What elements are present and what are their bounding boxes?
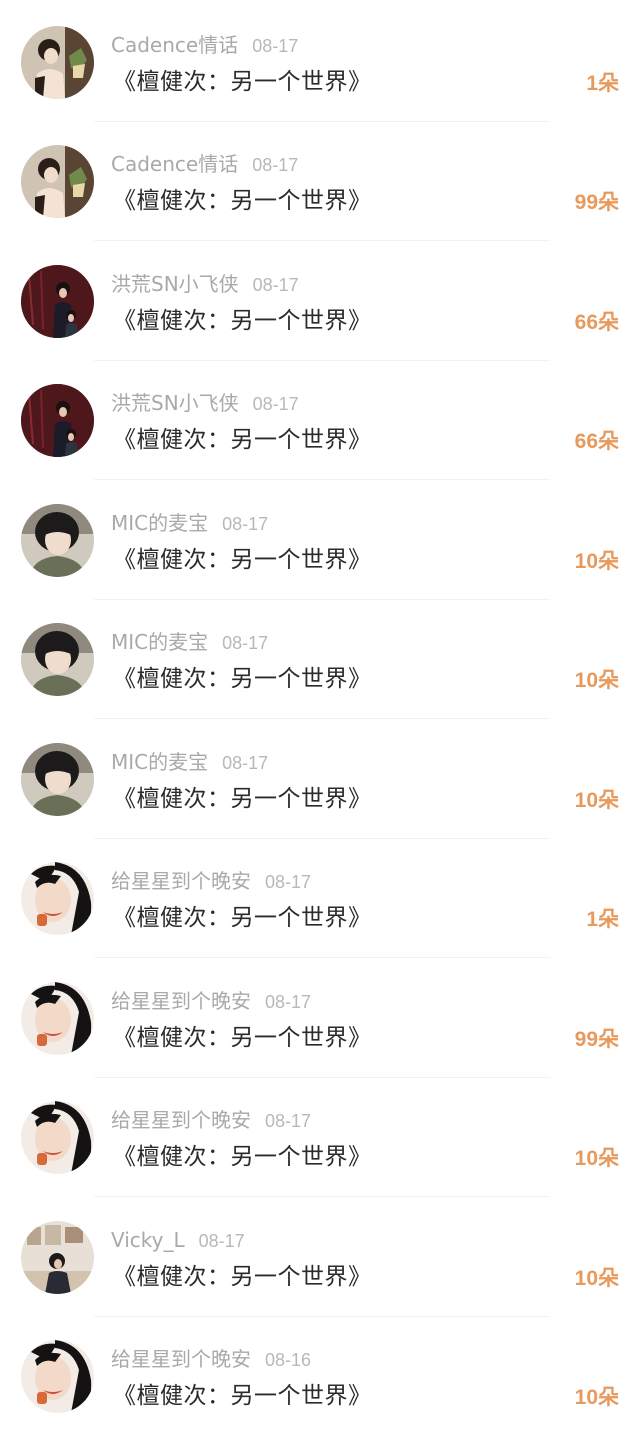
flower-count: 10朵 xyxy=(574,1386,619,1409)
meta-line: 洪荒SN小飞侠 08-17 xyxy=(111,270,299,298)
avatar-star[interactable] xyxy=(21,1101,94,1174)
list-item[interactable]: 洪荒SN小飞侠 08-17 《檀健次：另一个世界》 66朵 xyxy=(0,241,640,361)
avatar-cadence[interactable] xyxy=(21,145,94,218)
user-name[interactable]: 给星星到个晚安 xyxy=(111,1108,251,1132)
date: 08-16 xyxy=(265,1350,312,1370)
date: 08-17 xyxy=(198,1231,245,1251)
gift-title: 《檀健次：另一个世界》 xyxy=(113,905,372,931)
avatar-star[interactable] xyxy=(21,982,94,1055)
gift-title: 《檀健次：另一个世界》 xyxy=(113,547,372,573)
gift-list: Cadence情话 08-17 《檀健次：另一个世界》 1朵 Cadence情话 0… xyxy=(0,0,640,1448)
list-item[interactable]: 给星星到个晚安 08-17 《檀健次：另一个世界》 99朵 xyxy=(0,958,640,1078)
meta-line: 给星星到个晚安 08-17 xyxy=(111,867,311,895)
avatar-star[interactable] xyxy=(21,862,94,935)
user-name[interactable]: MIC的麦宝 xyxy=(111,511,208,535)
list-item[interactable]: Vicky_L 08-17 《檀健次：另一个世界》 10朵 xyxy=(0,1197,640,1317)
user-name[interactable]: Cadence情话 xyxy=(111,33,238,57)
date: 08-17 xyxy=(252,36,299,56)
gift-title: 《檀健次：另一个世界》 xyxy=(113,308,372,334)
gift-title: 《檀健次：另一个世界》 xyxy=(113,1025,372,1051)
date: 08-17 xyxy=(252,394,299,414)
flower-count: 10朵 xyxy=(574,669,619,692)
gift-title: 《檀健次：另一个世界》 xyxy=(113,69,372,95)
gift-title: 《檀健次：另一个世界》 xyxy=(113,786,372,812)
user-name[interactable]: 给星星到个晚安 xyxy=(111,869,251,893)
meta-line: 给星星到个晚安 08-16 xyxy=(111,1345,311,1373)
avatar-hongmeng[interactable] xyxy=(21,265,94,338)
meta-line: 洪荒SN小飞侠 08-17 xyxy=(111,389,299,417)
date: 08-17 xyxy=(222,514,269,534)
avatar-cadence[interactable] xyxy=(21,26,94,99)
list-item[interactable]: 给星星到个晚安 08-17 《檀健次：另一个世界》 1朵 xyxy=(0,838,640,958)
user-name[interactable]: 给星星到个晚安 xyxy=(111,989,251,1013)
avatar-mic[interactable] xyxy=(21,623,94,696)
meta-line: MIC的麦宝 08-17 xyxy=(111,748,268,776)
flower-count: 10朵 xyxy=(574,550,619,573)
avatar-hongmeng[interactable] xyxy=(21,384,94,457)
date: 08-17 xyxy=(265,992,312,1012)
gift-title: 《檀健次：另一个世界》 xyxy=(113,666,372,692)
list-item[interactable]: Cadence情话 08-17 《檀健次：另一个世界》 99朵 xyxy=(0,121,640,241)
list-item[interactable]: Cadence情话 08-17 《檀健次：另一个世界》 1朵 xyxy=(0,2,640,122)
list-item[interactable]: 给星星到个晚安 08-16 《檀健次：另一个世界》 10朵 xyxy=(0,1316,640,1436)
list-item[interactable]: MIC的麦宝 08-17 《檀健次：另一个世界》 10朵 xyxy=(0,599,640,719)
user-name[interactable]: MIC的麦宝 xyxy=(111,630,208,654)
gift-title: 《檀健次：另一个世界》 xyxy=(113,188,372,214)
avatar-star[interactable] xyxy=(21,1340,94,1413)
flower-count: 1朵 xyxy=(586,72,619,95)
meta-line: 给星星到个晚安 08-17 xyxy=(111,1106,311,1134)
date: 08-17 xyxy=(252,155,299,175)
user-name[interactable]: 洪荒SN小飞侠 xyxy=(111,272,239,296)
date: 08-17 xyxy=(265,1111,312,1131)
date: 08-17 xyxy=(222,633,269,653)
meta-line: Vicky_L 08-17 xyxy=(111,1226,245,1254)
flower-count: 66朵 xyxy=(574,311,619,334)
list-item[interactable]: MIC的麦宝 08-17 《檀健次：另一个世界》 10朵 xyxy=(0,719,640,839)
flower-count: 1朵 xyxy=(586,908,619,931)
meta-line: Cadence情话 08-17 xyxy=(111,150,298,178)
user-name[interactable]: 给星星到个晚安 xyxy=(111,1347,251,1371)
gift-title: 《檀健次：另一个世界》 xyxy=(113,1264,372,1290)
flower-count: 99朵 xyxy=(574,1028,619,1051)
date: 08-17 xyxy=(222,753,269,773)
avatar-vicky[interactable] xyxy=(21,1221,94,1294)
date: 08-17 xyxy=(265,872,312,892)
user-name[interactable]: MIC的麦宝 xyxy=(111,750,208,774)
gift-title: 《檀健次：另一个世界》 xyxy=(113,427,372,453)
gift-title: 《檀健次：另一个世界》 xyxy=(113,1144,372,1170)
flower-count: 10朵 xyxy=(574,789,619,812)
user-name[interactable]: Cadence情话 xyxy=(111,152,238,176)
flower-count: 10朵 xyxy=(574,1267,619,1290)
user-name[interactable]: 洪荒SN小飞侠 xyxy=(111,391,239,415)
meta-line: Cadence情话 08-17 xyxy=(111,31,298,59)
list-item[interactable]: 给星星到个晚安 08-17 《檀健次：另一个世界》 10朵 xyxy=(0,1077,640,1197)
avatar-mic[interactable] xyxy=(21,504,94,577)
flower-count: 99朵 xyxy=(574,191,619,214)
meta-line: MIC的麦宝 08-17 xyxy=(111,509,268,537)
user-name[interactable]: Vicky_L xyxy=(111,1228,185,1252)
list-item[interactable]: MIC的麦宝 08-17 《檀健次：另一个世界》 10朵 xyxy=(0,480,640,600)
date: 08-17 xyxy=(252,275,299,295)
flower-count: 10朵 xyxy=(574,1147,619,1170)
meta-line: 给星星到个晚安 08-17 xyxy=(111,987,311,1015)
list-item[interactable]: 洪荒SN小飞侠 08-17 《檀健次：另一个世界》 66朵 xyxy=(0,360,640,480)
meta-line: MIC的麦宝 08-17 xyxy=(111,628,268,656)
gift-title: 《檀健次：另一个世界》 xyxy=(113,1383,372,1409)
avatar-mic[interactable] xyxy=(21,743,94,816)
flower-count: 66朵 xyxy=(574,430,619,453)
